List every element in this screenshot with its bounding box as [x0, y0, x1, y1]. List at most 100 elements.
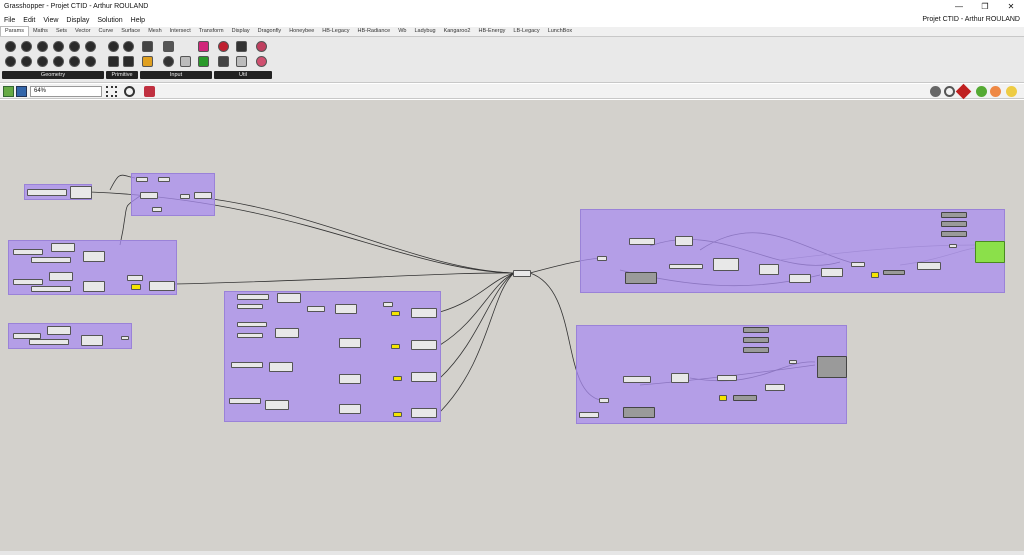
plane-param-icon[interactable] — [37, 56, 48, 67]
component[interactable] — [237, 304, 263, 309]
component[interactable] — [158, 177, 170, 182]
component[interactable] — [765, 384, 785, 391]
component[interactable] — [339, 374, 361, 384]
save-file-icon[interactable] — [16, 86, 27, 97]
component[interactable] — [307, 306, 325, 312]
component[interactable] — [743, 327, 769, 333]
preview-wireframe-icon[interactable] — [930, 86, 941, 97]
component[interactable] — [817, 356, 847, 378]
minimize-icon[interactable]: — — [946, 0, 972, 13]
component[interactable] — [579, 412, 599, 418]
component[interactable] — [599, 398, 609, 403]
component[interactable] — [941, 221, 967, 227]
tab-intersect[interactable]: Intersect — [166, 27, 195, 36]
custom-preview-component[interactable] — [975, 241, 1005, 263]
color-swatch-icon[interactable] — [198, 56, 209, 67]
component[interactable] — [83, 281, 105, 292]
menu-view[interactable]: View — [39, 17, 62, 24]
tab-transform[interactable]: Transform — [195, 27, 228, 36]
component[interactable] — [136, 177, 148, 182]
component[interactable] — [949, 244, 957, 248]
component[interactable] — [733, 395, 757, 401]
tab-ladybug[interactable]: Ladybug — [410, 27, 439, 36]
component[interactable] — [623, 407, 655, 418]
component[interactable] — [31, 286, 71, 292]
text-panel[interactable] — [871, 272, 879, 278]
circle-param-icon[interactable] — [21, 41, 32, 52]
zoom-selector[interactable]: 64% — [30, 86, 102, 97]
text-panel[interactable] — [393, 376, 402, 381]
component[interactable] — [127, 275, 143, 281]
component[interactable] — [789, 274, 811, 283]
component[interactable] — [13, 279, 43, 285]
component[interactable] — [671, 373, 689, 383]
component[interactable] — [13, 249, 43, 255]
component[interactable] — [237, 333, 263, 338]
preview-mesh-icon[interactable] — [990, 86, 1001, 97]
component[interactable] — [743, 347, 769, 353]
component[interactable] — [411, 372, 437, 382]
menu-file[interactable]: File — [0, 17, 19, 24]
component[interactable] — [675, 236, 693, 246]
component-group[interactable] — [8, 323, 132, 349]
component[interactable] — [759, 264, 779, 275]
util-group-label[interactable]: Util — [214, 71, 272, 79]
component[interactable] — [917, 262, 941, 270]
eye-icon[interactable] — [124, 86, 135, 97]
component-group[interactable] — [576, 325, 847, 424]
tab-display[interactable]: Display — [228, 27, 254, 36]
component[interactable] — [275, 328, 299, 338]
component[interactable] — [941, 231, 967, 237]
group-param-icon[interactable] — [85, 56, 96, 67]
tab-curve[interactable]: Curve — [95, 27, 118, 36]
curve-param-icon[interactable] — [37, 41, 48, 52]
jump-icon[interactable] — [256, 41, 267, 52]
data-dam-icon[interactable] — [218, 56, 229, 67]
menu-display[interactable]: Display — [62, 17, 93, 24]
component[interactable] — [713, 258, 739, 271]
integer-param-icon[interactable] — [108, 56, 119, 67]
component[interactable] — [339, 404, 361, 414]
component[interactable] — [265, 400, 289, 410]
tab-lb-legacy[interactable]: LB-Legacy — [509, 27, 543, 36]
sketch-icon[interactable] — [144, 86, 155, 97]
component[interactable] — [83, 251, 105, 262]
component[interactable] — [335, 304, 357, 314]
line-param-icon[interactable] — [5, 56, 16, 67]
component[interactable] — [629, 238, 655, 245]
text-panel[interactable] — [719, 395, 727, 401]
arrow-right-icon[interactable] — [236, 41, 247, 52]
restore-icon[interactable]: ❐ — [972, 0, 998, 13]
tab-hb-radiance[interactable]: HB-Radiance — [353, 27, 394, 36]
tab-hb-energy[interactable]: HB-Energy — [474, 27, 509, 36]
graph-mapper-icon[interactable] — [142, 56, 153, 67]
geometry-group-label[interactable]: Geometry — [2, 71, 104, 79]
tab-honeybee[interactable]: Honeybee — [285, 27, 318, 36]
menu-solution[interactable]: Solution — [93, 17, 126, 24]
component[interactable] — [70, 186, 92, 199]
canvas[interactable] — [0, 100, 1024, 551]
component[interactable] — [851, 262, 865, 267]
component[interactable] — [339, 338, 361, 348]
component[interactable] — [51, 243, 75, 252]
component[interactable] — [269, 362, 293, 372]
component[interactable] — [623, 376, 651, 383]
text-panel[interactable] — [393, 412, 402, 417]
component[interactable] — [81, 335, 103, 346]
preview-shaded-icon[interactable] — [955, 83, 972, 100]
tab-lunchbox[interactable]: LunchBox — [544, 27, 576, 36]
text-panel[interactable] — [391, 311, 400, 316]
gradient-icon[interactable] — [198, 41, 209, 52]
tab-params[interactable]: Params — [0, 26, 29, 36]
component[interactable] — [237, 294, 269, 300]
component[interactable] — [883, 270, 905, 275]
component[interactable] — [229, 398, 261, 404]
component[interactable] — [743, 337, 769, 343]
component[interactable] — [47, 326, 71, 335]
component[interactable] — [231, 362, 263, 368]
component[interactable] — [27, 189, 67, 196]
cherries-icon[interactable] — [218, 41, 229, 52]
component[interactable] — [152, 207, 162, 212]
tab-kangaroo2[interactable]: Kangaroo2 — [440, 27, 475, 36]
mesh-param-icon[interactable] — [85, 41, 96, 52]
